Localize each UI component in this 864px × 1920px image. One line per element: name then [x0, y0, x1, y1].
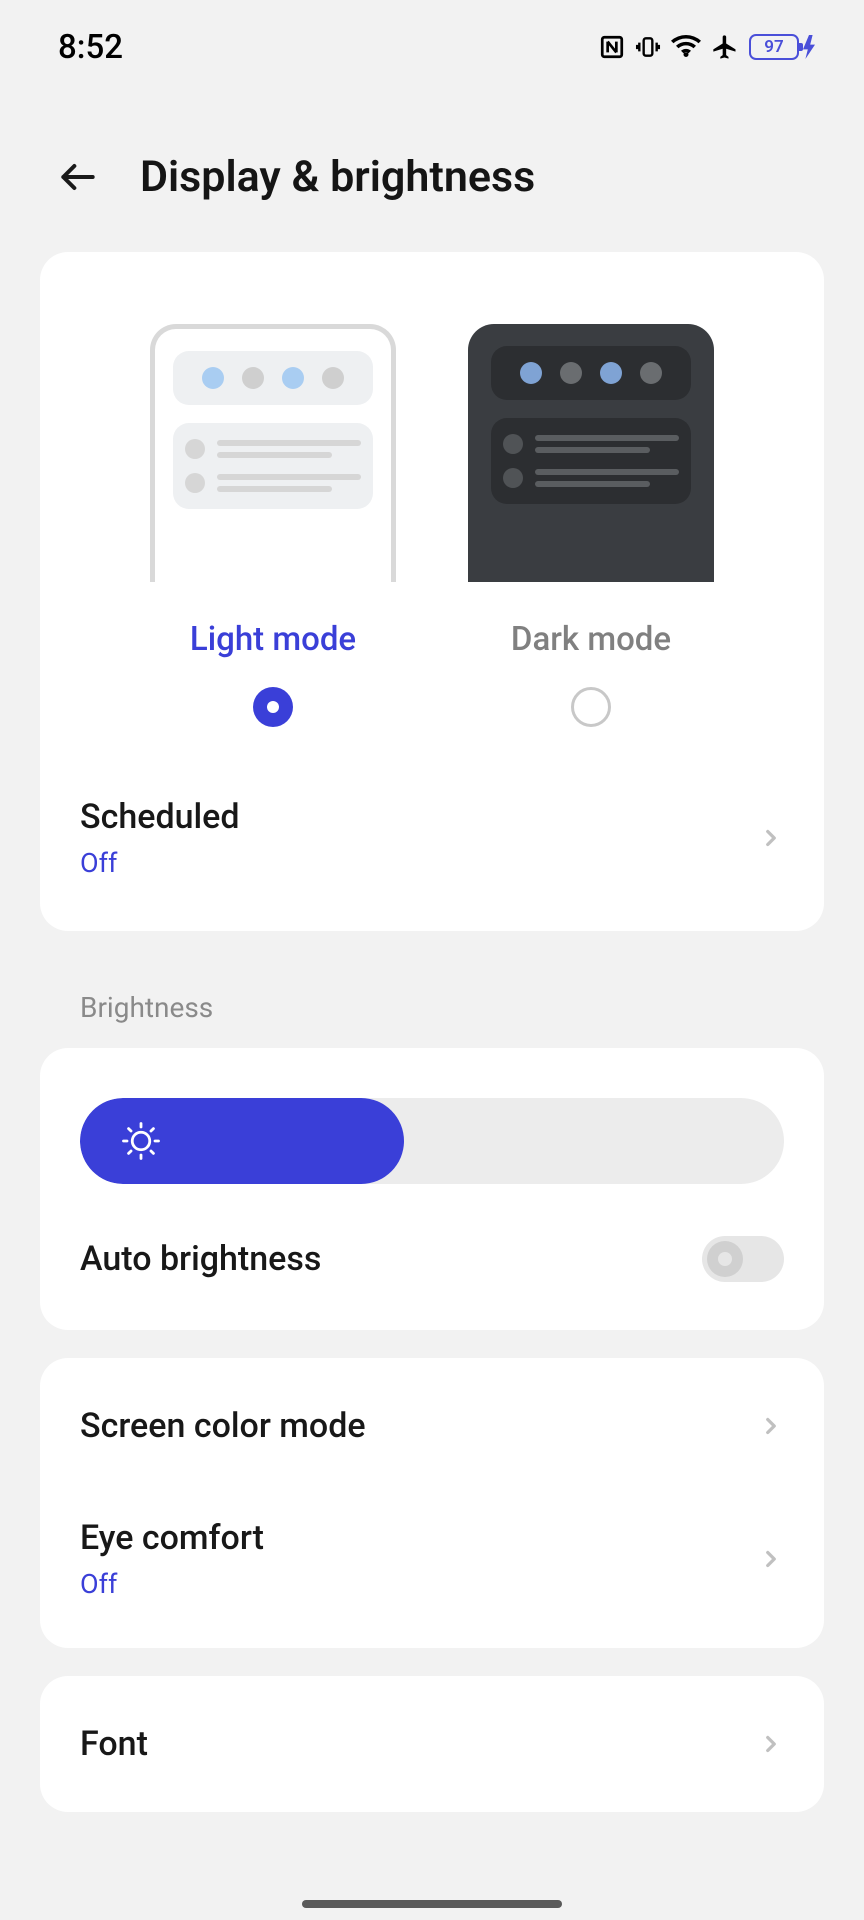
chevron-right-icon — [758, 825, 784, 851]
status-icons: 97 — [599, 33, 816, 61]
wifi-icon — [671, 34, 701, 60]
toggle-knob — [707, 1241, 743, 1277]
light-mode-option[interactable]: Light mode — [150, 324, 396, 727]
mode-selector: Light mode Dark mode — [40, 252, 824, 737]
light-mode-label: Light mode — [190, 620, 356, 659]
auto-brightness-label: Auto brightness — [80, 1239, 321, 1279]
brightness-slider[interactable] — [80, 1098, 784, 1184]
brightness-section-header: Brightness — [0, 959, 864, 1048]
light-mode-preview — [150, 324, 396, 582]
status-bar: 8:52 97 — [0, 0, 864, 72]
airplane-icon — [711, 33, 739, 61]
page-title: Display & brightness — [140, 152, 535, 202]
scheduled-value: Off — [80, 847, 240, 879]
nfc-icon — [599, 34, 625, 60]
display-options-card: Screen color mode Eye comfort Off — [40, 1358, 824, 1648]
auto-brightness-row[interactable]: Auto brightness — [40, 1220, 824, 1330]
auto-brightness-toggle[interactable] — [702, 1236, 784, 1282]
back-arrow-icon[interactable] — [56, 155, 100, 199]
font-label: Font — [80, 1724, 148, 1764]
screen-color-mode-row[interactable]: Screen color mode — [40, 1358, 824, 1482]
home-indicator[interactable] — [302, 1900, 562, 1908]
eye-comfort-row[interactable]: Eye comfort Off — [40, 1482, 824, 1648]
appearance-card: Light mode Dark mode Scheduled Off — [40, 252, 824, 931]
chevron-right-icon — [758, 1546, 784, 1572]
page-header: Display & brightness — [0, 72, 864, 252]
brightness-card: Auto brightness — [40, 1048, 824, 1330]
dark-mode-preview — [468, 324, 714, 582]
scheduled-title: Scheduled — [80, 797, 240, 837]
chevron-right-icon — [758, 1413, 784, 1439]
dark-mode-radio[interactable] — [571, 687, 611, 727]
font-row[interactable]: Font — [40, 1676, 824, 1812]
screen-color-mode-label: Screen color mode — [80, 1406, 366, 1446]
dark-mode-label: Dark mode — [511, 620, 671, 659]
scheduled-row[interactable]: Scheduled Off — [40, 737, 824, 931]
battery-percentage: 97 — [764, 37, 783, 57]
dark-mode-option[interactable]: Dark mode — [468, 324, 714, 727]
brightness-slider-fill — [80, 1098, 404, 1184]
chevron-right-icon — [758, 1731, 784, 1757]
charging-icon — [802, 35, 816, 59]
light-mode-radio[interactable] — [253, 687, 293, 727]
eye-comfort-label: Eye comfort — [80, 1518, 264, 1558]
sun-icon — [120, 1120, 162, 1162]
eye-comfort-value: Off — [80, 1568, 264, 1600]
font-card: Font — [40, 1676, 824, 1812]
battery-indicator: 97 — [749, 34, 816, 60]
status-time: 8:52 — [58, 28, 123, 67]
vibrate-icon — [635, 34, 661, 60]
